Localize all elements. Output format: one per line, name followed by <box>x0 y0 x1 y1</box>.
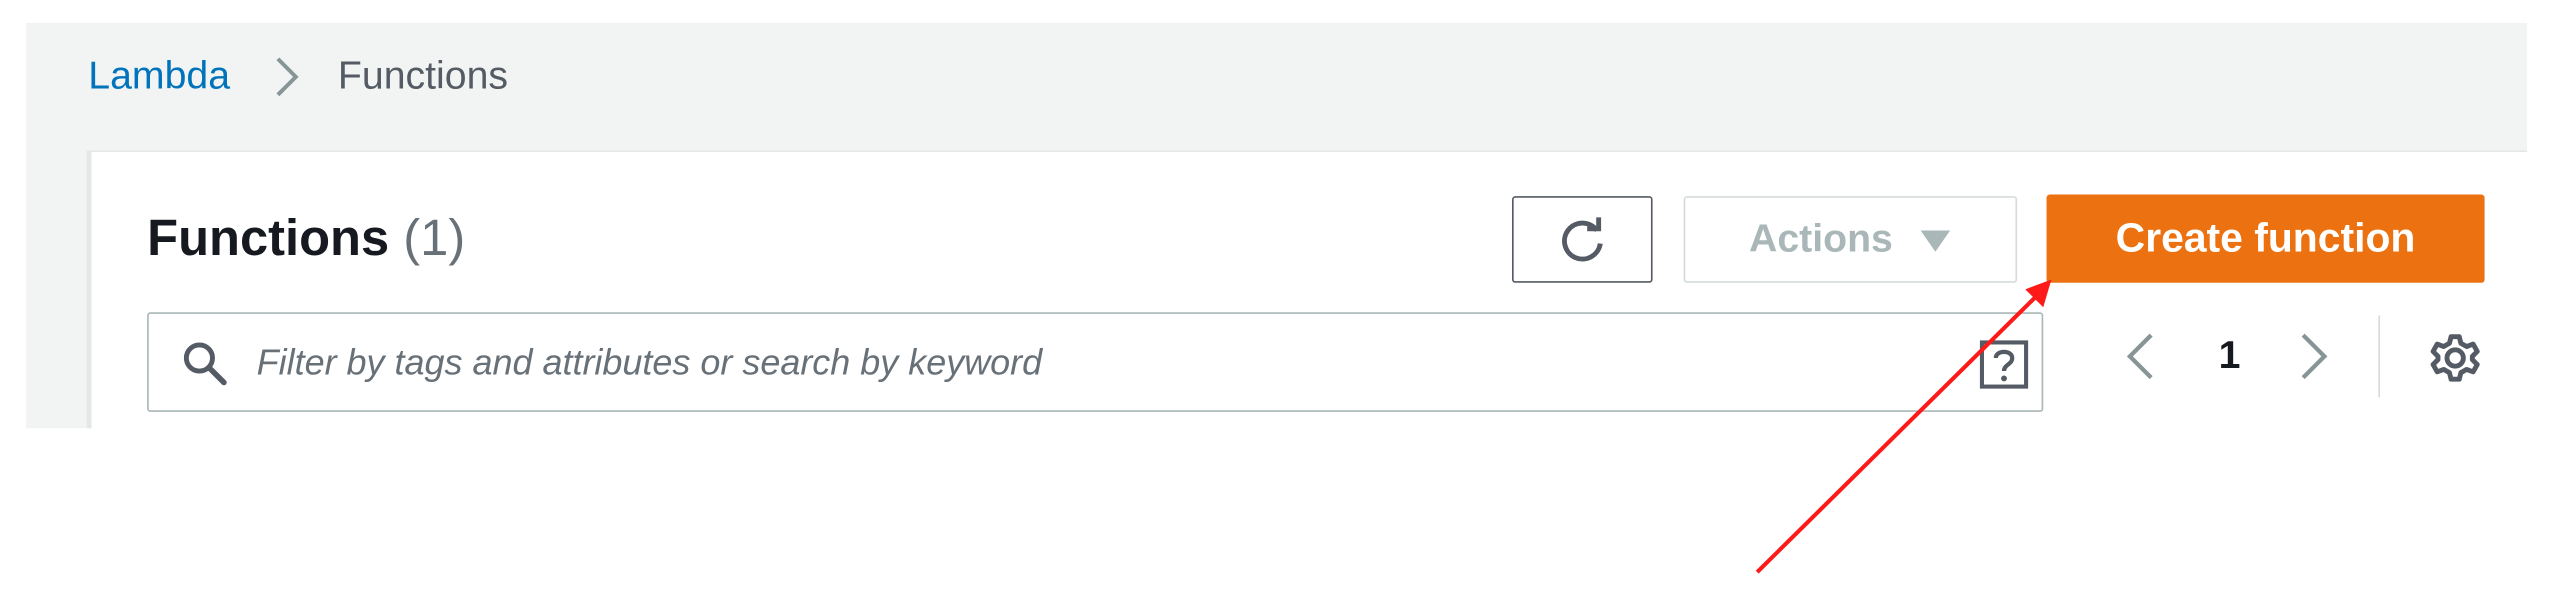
refresh-icon <box>1562 216 1603 261</box>
chevron-right-icon[interactable] <box>2297 332 2333 381</box>
refresh-button[interactable] <box>1512 196 1653 283</box>
breadcrumb-functions: Functions <box>337 53 509 99</box>
page-title-text: Functions <box>147 209 390 267</box>
search-input[interactable] <box>253 317 1960 409</box>
breadcrumb: Lambda Functions <box>88 51 508 103</box>
chevron-right-icon <box>273 56 299 98</box>
caret-down-icon <box>1920 229 1951 251</box>
pagination-divider <box>2378 315 2380 398</box>
help-icon[interactable] <box>1979 340 2029 389</box>
create-function-button[interactable]: Create function <box>2046 194 2485 283</box>
actions-dropdown-button[interactable]: Actions <box>1683 196 2018 283</box>
breadcrumb-lambda-link[interactable]: Lambda <box>88 54 230 100</box>
chevron-left-icon[interactable] <box>2122 332 2158 381</box>
current-page-number[interactable]: 1 <box>2215 333 2244 379</box>
search-box <box>147 312 2044 412</box>
function-count: (1) <box>403 209 466 267</box>
page-title: Functions (1) <box>147 209 465 268</box>
search-icon <box>183 342 227 386</box>
gear-icon[interactable] <box>2429 332 2481 384</box>
actions-label: Actions <box>1748 216 1893 261</box>
lambda-console-screen: Lambda Functions Functions (1) Actions C… <box>0 0 2550 611</box>
